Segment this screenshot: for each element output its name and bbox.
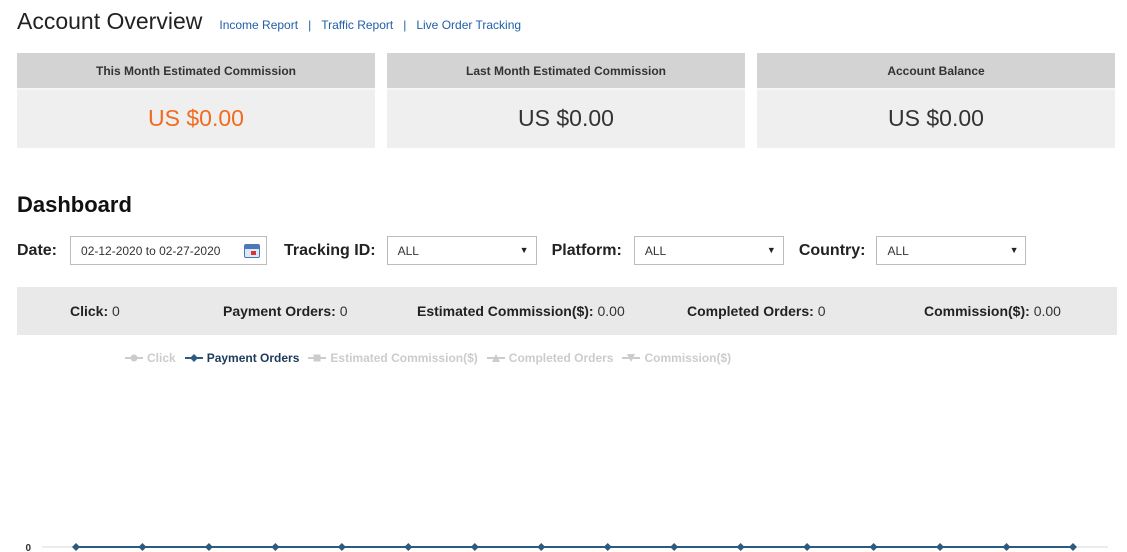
card-value: US $0.00 — [148, 104, 244, 131]
legend-label: Click — [147, 351, 176, 365]
data-point-marker[interactable] — [803, 543, 812, 551]
tracking-id-label: Tracking ID: — [284, 241, 376, 259]
chevron-down-icon: ▼ — [766, 245, 776, 255]
filter-bar: Date: 02-12-2020 to 02-27-2020 Tracking … — [17, 236, 1027, 265]
account-balance-card: Account Balance US $0.00 — [757, 53, 1115, 148]
stat-value: 0.00 — [1033, 303, 1061, 319]
country-select[interactable]: ALL ▼ — [876, 236, 1027, 265]
stat-value: 0 — [817, 303, 826, 319]
legend-label: Completed Orders — [508, 351, 614, 365]
data-point-marker[interactable] — [1069, 543, 1077, 551]
data-point-marker[interactable] — [936, 543, 945, 551]
stat-label: Completed Orders: — [687, 303, 814, 319]
legend-item-click[interactable]: Click — [125, 351, 176, 365]
chart-legend: Click Payment Orders Estimated Commissio… — [125, 351, 740, 365]
diamond-marker-icon — [184, 354, 203, 362]
live-order-tracking-link[interactable]: Live Order Tracking — [416, 18, 521, 32]
legend-label: Commission($) — [644, 351, 732, 365]
tracking-id-value: ALL — [397, 243, 419, 258]
triangle-down-marker-icon — [622, 354, 641, 362]
legend-item-completed-orders[interactable]: Completed Orders — [486, 351, 614, 365]
data-point-marker[interactable] — [470, 543, 479, 551]
payment-orders-chart: 0 — [25, 543, 1108, 552]
tracking-id-select[interactable]: ALL ▼ — [386, 236, 537, 265]
platform-label: Platform: — [551, 241, 622, 259]
card-label: This Month Estimated Commission — [17, 53, 375, 90]
calendar-icon[interactable] — [244, 244, 261, 258]
card-value: US $0.00 — [518, 104, 614, 131]
data-point-marker[interactable] — [337, 543, 346, 551]
country-value: ALL — [887, 243, 909, 258]
date-label: Date: — [17, 241, 58, 259]
legend-item-payment-orders[interactable]: Payment Orders — [184, 351, 300, 365]
chevron-down-icon: ▼ — [519, 245, 529, 255]
link-separator: | — [308, 18, 312, 32]
stat-completed-orders: Completed Orders: 0 — [687, 303, 826, 319]
header-links: Income Report | Traffic Report | Live Or… — [219, 18, 521, 32]
stat-label: Commission($): — [924, 303, 1030, 319]
last-month-commission-card: Last Month Estimated Commission US $0.00 — [387, 53, 745, 148]
stat-estimated-commission: Estimated Commission($): 0.00 — [417, 303, 625, 319]
income-report-link[interactable]: Income Report — [219, 18, 298, 32]
data-point-marker[interactable] — [537, 543, 546, 551]
legend-item-commission[interactable]: Commission($) — [622, 351, 731, 365]
data-point-marker[interactable] — [72, 543, 80, 551]
legend-item-estimated-commission[interactable]: Estimated Commission($) — [308, 351, 478, 365]
stat-value: 0.00 — [597, 303, 625, 319]
link-separator: | — [403, 18, 407, 32]
stat-payment-orders: Payment Orders: 0 — [223, 303, 348, 319]
traffic-report-link[interactable]: Traffic Report — [321, 18, 393, 32]
square-marker-icon — [308, 354, 327, 362]
dashboard-title: Dashboard — [17, 192, 132, 217]
stat-value: 0 — [339, 303, 348, 319]
date-range-value: 02-12-2020 to 02-27-2020 — [81, 243, 221, 258]
data-point-marker[interactable] — [670, 543, 679, 551]
legend-label: Payment Orders — [206, 351, 300, 365]
stat-label: Estimated Commission($): — [417, 303, 594, 319]
card-label: Last Month Estimated Commission — [387, 53, 745, 90]
summary-cards: This Month Estimated Commission US $0.00… — [17, 53, 1115, 148]
stat-commission: Commission($): 0.00 — [924, 303, 1061, 319]
circle-marker-icon — [125, 354, 143, 362]
chevron-down-icon: ▼ — [1009, 245, 1019, 255]
stat-label: Click: — [70, 303, 109, 319]
data-point-marker[interactable] — [138, 543, 147, 551]
data-point-marker[interactable] — [204, 543, 213, 551]
data-point-marker[interactable] — [271, 543, 280, 551]
stat-value: 0 — [112, 303, 120, 319]
page-title: Account Overview — [17, 8, 203, 34]
data-point-marker[interactable] — [603, 543, 612, 551]
card-value: US $0.00 — [888, 104, 984, 131]
data-point-marker[interactable] — [869, 543, 878, 551]
stats-bar: Click: 0 Payment Orders: 0 Estimated Com… — [17, 287, 1117, 335]
platform-value: ALL — [644, 243, 667, 258]
series-layer — [72, 543, 1077, 551]
stat-click: Click: 0 — [70, 303, 120, 319]
country-label: Country: — [798, 241, 866, 259]
stat-label: Payment Orders: — [223, 303, 336, 319]
data-point-marker[interactable] — [1002, 543, 1011, 551]
triangle-marker-icon — [486, 354, 505, 362]
header: Account Overview Income Report | Traffic… — [17, 8, 521, 35]
this-month-commission-card: This Month Estimated Commission US $0.00 — [17, 53, 375, 148]
date-range-input[interactable]: 02-12-2020 to 02-27-2020 — [70, 236, 268, 265]
platform-select[interactable]: ALL ▼ — [633, 236, 784, 265]
legend-label: Estimated Commission($) — [330, 351, 478, 365]
card-label: Account Balance — [757, 53, 1115, 90]
data-point-marker[interactable] — [404, 543, 413, 551]
data-point-marker[interactable] — [736, 543, 745, 551]
y-tick-label: 0 — [25, 543, 31, 552]
